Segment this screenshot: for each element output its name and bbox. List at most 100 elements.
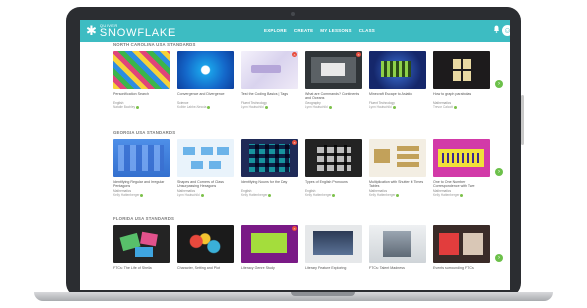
lesson-card[interactable]: FTCs: Talent Madness	[369, 225, 426, 275]
card-title[interactable]: Minecraft Escape to Asiatic	[369, 92, 426, 101]
lesson-card[interactable]: Character, Setting and Plot	[177, 225, 234, 275]
section-florida: FLORIDA USA STANDARDS FTCs: The Life of …	[113, 216, 503, 275]
card-author: Kelly Hattenberger	[369, 193, 426, 197]
laptop-base	[34, 292, 553, 301]
lesson-thumbnail[interactable]	[177, 225, 234, 263]
verified-icon	[396, 193, 400, 197]
verified-icon	[332, 193, 336, 197]
lesson-thumbnail[interactable]	[305, 225, 362, 263]
remove-icon[interactable]: ×	[356, 52, 361, 57]
top-navbar: ✱ QUIVER SNOWFLAKE EXPLORE CREATE MY LES…	[80, 20, 510, 42]
avatar-icon[interactable]: ☺	[502, 25, 510, 36]
verified-icon	[328, 105, 332, 109]
lesson-card[interactable]: Types of English Pronouns English Kelly …	[305, 139, 362, 197]
lesson-thumbnail[interactable]	[177, 51, 234, 89]
card-author: Lynn Hautschild	[241, 105, 298, 109]
card-title[interactable]: Character, Setting and Plot	[177, 266, 234, 275]
verified-icon	[207, 105, 211, 109]
lesson-card[interactable]: Literary Feature Exploring	[305, 225, 362, 275]
lesson-card[interactable]: Convergence and Divergence Science Kolbi…	[177, 51, 234, 109]
card-title[interactable]: Multiplication with Shutter it Times Tab…	[369, 180, 426, 189]
verified-icon	[264, 105, 268, 109]
chevron-right-icon[interactable]: ›	[495, 254, 503, 262]
lesson-thumbnail[interactable]	[305, 139, 362, 177]
lesson-thumbnail[interactable]: ×	[241, 51, 298, 89]
brand-logo[interactable]: ✱ QUIVER SNOWFLAKE	[86, 23, 176, 39]
lesson-card[interactable]: Identifying Regular and Irregular Pentag…	[113, 139, 170, 197]
lesson-card[interactable]: × Literacy Genre Study	[241, 225, 298, 275]
lesson-card[interactable]: Multiplication with Shutter it Times Tab…	[369, 139, 426, 197]
card-author: Trevor Calcott	[433, 105, 490, 109]
remove-icon[interactable]: ×	[292, 226, 297, 231]
webcam	[291, 12, 295, 16]
lesson-card[interactable]: Shapes and Corners of Class Unsurpassing…	[177, 139, 234, 197]
lesson-thumbnail[interactable]: ×	[241, 225, 298, 263]
verified-icon	[453, 105, 457, 109]
lesson-card[interactable]: FTCs: The Life of Sheila	[113, 225, 170, 275]
lesson-thumbnail[interactable]	[369, 51, 426, 89]
card-title[interactable]: Events surrounding FTCs	[433, 266, 490, 275]
laptop-notch	[291, 292, 355, 296]
card-row: Personification Search English Natalie B…	[113, 51, 490, 109]
card-title[interactable]: Types of English Pronouns	[305, 180, 362, 189]
card-title[interactable]: Literary Feature Exploring	[305, 266, 362, 275]
card-title[interactable]: Personification Search	[113, 92, 170, 101]
section-title: GEORGIA USA STANDARDS	[113, 130, 176, 135]
card-author: Kelly Hattenberger	[305, 193, 362, 197]
lesson-thumbnail[interactable]	[369, 225, 426, 263]
chevron-right-icon[interactable]: ›	[495, 168, 503, 176]
nav-create[interactable]: CREATE	[294, 28, 313, 33]
verified-icon	[140, 193, 144, 197]
chevron-right-icon[interactable]: ›	[495, 80, 503, 88]
app-screen: ✱ QUIVER SNOWFLAKE EXPLORE CREATE MY LES…	[80, 20, 510, 290]
snowflake-icon: ✱	[86, 23, 97, 38]
scrollbar[interactable]	[521, 55, 524, 220]
card-title[interactable]: Literacy Genre Study	[241, 266, 298, 275]
bell-icon[interactable]	[493, 25, 500, 33]
card-title[interactable]: Shapes and Corners of Class Unsurpassing…	[177, 180, 234, 189]
verified-icon	[392, 105, 396, 109]
lesson-thumbnail[interactable]: ×	[305, 51, 362, 89]
card-author: Kolbie Labbe-Neccia	[177, 105, 234, 109]
lesson-thumbnail[interactable]	[433, 139, 490, 177]
card-title[interactable]: Test the Coding Basics | Tags	[241, 92, 298, 101]
card-title[interactable]: One to One Number Correspondence with Tw…	[433, 180, 490, 189]
lesson-thumbnail[interactable]	[369, 139, 426, 177]
card-title[interactable]: FTCs: Talent Madness	[369, 266, 426, 275]
lesson-card[interactable]: × Identifying Nouns for the Day English …	[241, 139, 298, 197]
lesson-thumbnail[interactable]	[433, 51, 490, 89]
card-title[interactable]: Identifying Regular and Irregular Pentag…	[113, 180, 170, 189]
lesson-thumbnail[interactable]	[177, 139, 234, 177]
lesson-card[interactable]: Events surrounding FTCs	[433, 225, 490, 275]
section-title: FLORIDA USA STANDARDS	[113, 216, 175, 221]
remove-icon[interactable]: ×	[292, 52, 297, 57]
card-author: Lynn Hautschild	[369, 105, 426, 109]
lesson-card[interactable]: Minecraft Escape to Asiatic Fluent Techn…	[369, 51, 426, 109]
lesson-thumbnail[interactable]	[113, 51, 170, 89]
remove-icon[interactable]: ×	[292, 140, 297, 145]
verified-icon	[136, 105, 140, 109]
card-title[interactable]: Identifying Nouns for the Day	[241, 180, 298, 189]
nav-class[interactable]: CLASS	[359, 28, 375, 33]
card-title[interactable]: How to graph parabolas	[433, 92, 490, 101]
lesson-card[interactable]: One to One Number Correspondence with Tw…	[433, 139, 490, 197]
card-author: Natalie Bachley	[113, 105, 170, 109]
nav-explore[interactable]: EXPLORE	[264, 28, 287, 33]
lesson-card[interactable]: Personification Search English Natalie B…	[113, 51, 170, 109]
lesson-thumbnail[interactable]: ×	[241, 139, 298, 177]
lesson-card[interactable]: × What are Commands? Continents and Ocea…	[305, 51, 362, 109]
card-title[interactable]: Convergence and Divergence	[177, 92, 234, 101]
lesson-thumbnail[interactable]	[113, 225, 170, 263]
lesson-card[interactable]: × Test the Coding Basics | Tags Fluent T…	[241, 51, 298, 109]
lesson-thumbnail[interactable]	[113, 139, 170, 177]
nav-my-lessons[interactable]: MY LESSONS	[320, 28, 351, 33]
lesson-thumbnail[interactable]	[433, 225, 490, 263]
scrollbar-thumb[interactable]	[521, 95, 524, 145]
lesson-card[interactable]: How to graph parabolas Mathematics Trevo…	[433, 51, 490, 109]
card-title[interactable]: FTCs: The Life of Sheila	[113, 266, 170, 275]
card-title[interactable]: What are Commands? Continents and Oceans	[305, 92, 362, 101]
verified-icon	[200, 193, 204, 197]
section-title: NORTH CAROLINA USA STANDARDS	[113, 42, 196, 47]
card-row: Identifying Regular and Irregular Pentag…	[113, 139, 490, 197]
verified-icon	[460, 193, 464, 197]
